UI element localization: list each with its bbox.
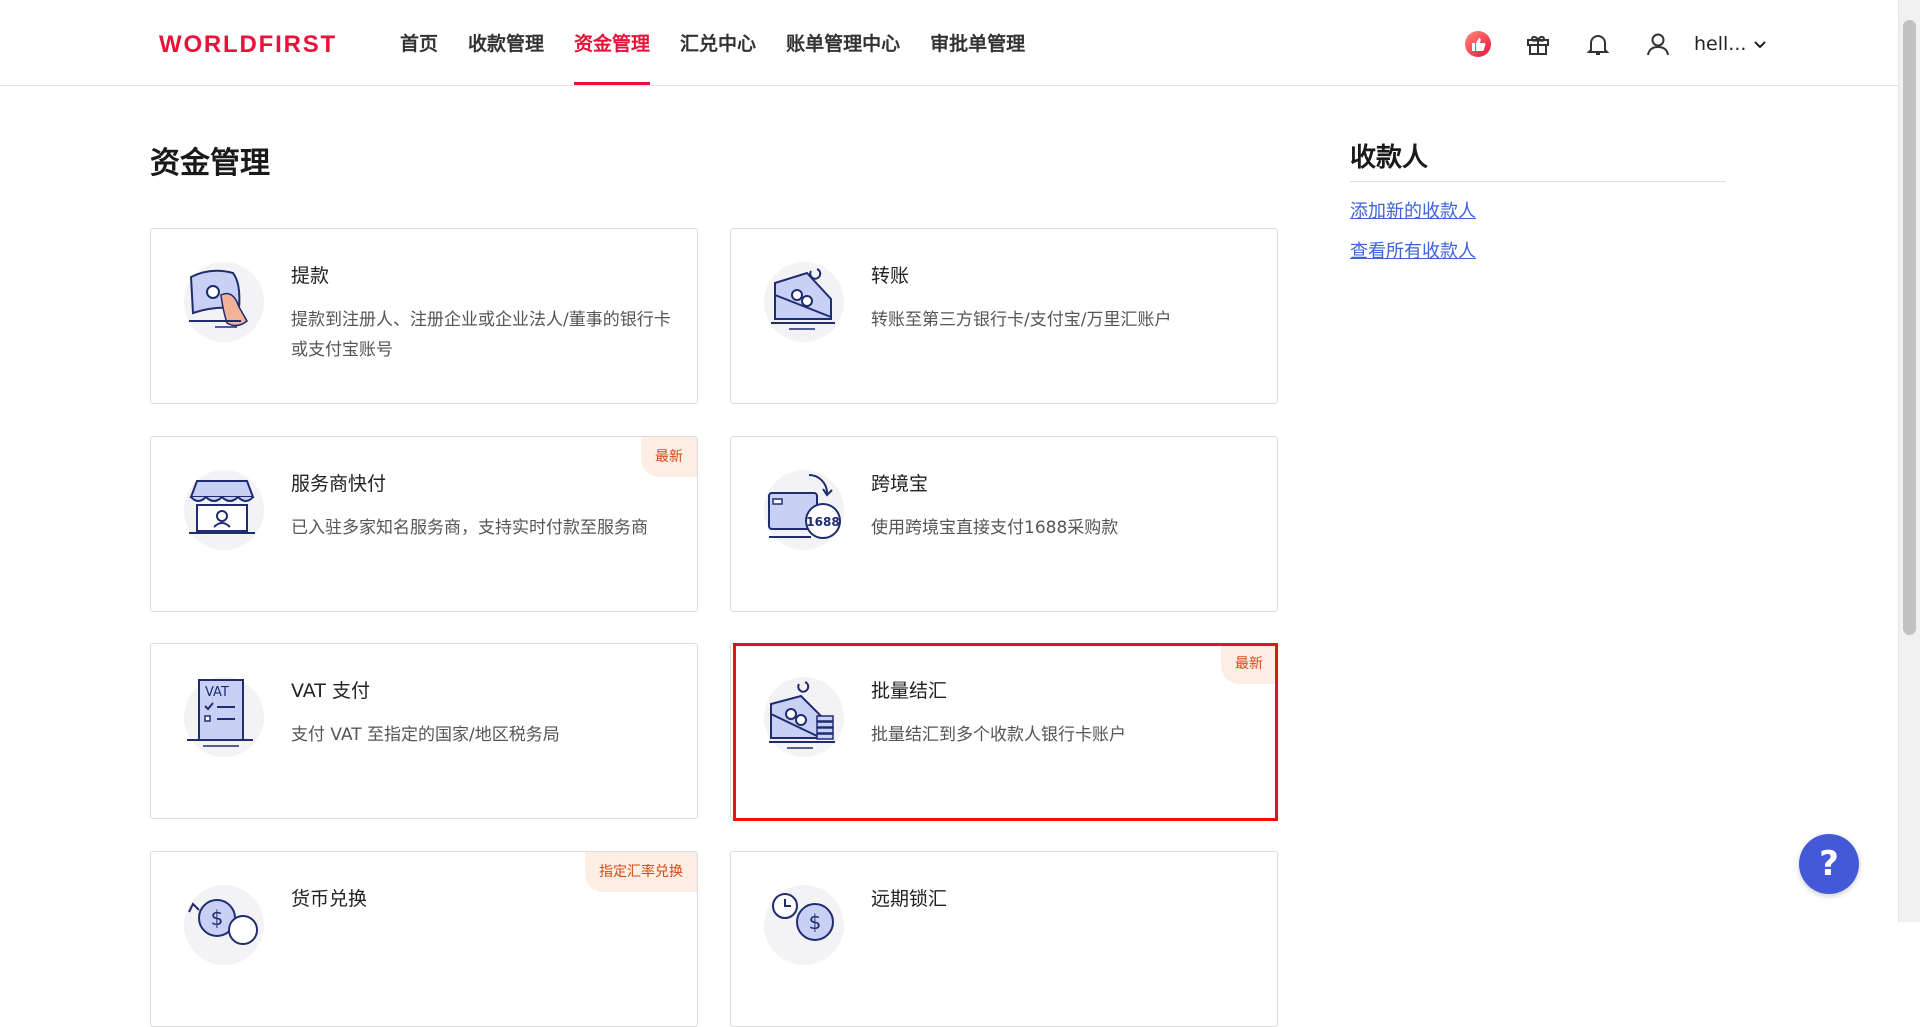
dollar-glyph: $ [211, 906, 224, 930]
card-title: 批量结汇 [871, 680, 948, 702]
page-title: 资金管理 [150, 146, 270, 181]
card-currency-exchange[interactable]: $ 货币兑换 指定汇率兑换 [150, 851, 698, 1027]
card-title: 货币兑换 [291, 888, 368, 910]
thumbs-up-icon[interactable] [1460, 26, 1496, 62]
chevron-down-icon [1754, 41, 1767, 49]
divider [1350, 181, 1726, 182]
bell-icon[interactable] [1580, 26, 1616, 62]
card-description: 转账至第三方银行卡/支付宝/万里汇账户 [871, 310, 1172, 330]
card-title: 转账 [871, 265, 910, 287]
gift-icon[interactable] [1520, 26, 1556, 62]
card-title: 提款 [291, 265, 330, 287]
nav-item-funds[interactable]: 资金管理 [574, 0, 651, 85]
card-description: 批量结汇到多个收款人银行卡账户 [871, 725, 1126, 745]
card-withdraw[interactable]: 提款 提款到注册人、注册企业或企业法人/董事的银行卡或支付宝账号 [150, 228, 698, 404]
card-forward-lock[interactable]: $ 远期锁汇 [730, 851, 1278, 1027]
card-title: 服务商快付 [291, 473, 387, 495]
card-description: 已入驻多家知名服务商，支持实时付款至服务商 [291, 518, 648, 538]
new-badge: 最新 [1221, 644, 1277, 684]
nav-item-home[interactable]: 首页 [400, 0, 438, 85]
batch-exchange-icon [761, 674, 847, 760]
worldfirst-logo[interactable]: WORLDFIRST [159, 31, 337, 59]
card-description: 提款到注册人、注册企业或企业法人/董事的银行卡或支付宝账号 [291, 310, 671, 360]
card-service-pay[interactable]: 服务商快付 已入驻多家知名服务商，支持实时付款至服务商 最新 [150, 436, 698, 612]
vat-document-icon: VAT [181, 674, 267, 760]
add-payee-link[interactable]: 添加新的收款人 [1350, 197, 1476, 223]
user-name: hell... [1694, 33, 1747, 55]
dollar-glyph: $ [809, 910, 822, 934]
scrollbar-thumb[interactable] [1903, 20, 1916, 635]
header-actions: hell... [1460, 26, 1768, 62]
view-all-payees-link[interactable]: 查看所有收款人 [1350, 237, 1476, 263]
fixed-rate-badge: 指定汇率兑换 [585, 852, 697, 892]
card-title: VAT 支付 [291, 680, 370, 702]
card-title: 跨境宝 [871, 473, 929, 495]
transfer-icon [761, 259, 847, 345]
card-vat-pay[interactable]: VAT VAT 支付 支付 VAT 至指定的国家/地区税务局 [150, 643, 698, 819]
card-description: 使用跨境宝直接支付1688采购款 [871, 518, 1119, 538]
new-badge: 最新 [641, 437, 697, 477]
main-nav: 首页 收款管理 资金管理 汇兑中心 账单管理中心 审批单管理 [400, 0, 1055, 85]
currency-exchange-icon: $ [181, 882, 267, 968]
card-transfer[interactable]: 转账 转账至第三方银行卡/支付宝/万里汇账户 [730, 228, 1278, 404]
withdraw-icon [181, 259, 267, 345]
scrollbar[interactable] [1898, 0, 1920, 922]
nav-item-receipts[interactable]: 收款管理 [468, 0, 544, 85]
nav-item-exchange[interactable]: 汇兑中心 [680, 0, 756, 85]
card-kuajingbao[interactable]: 1688 跨境宝 使用跨境宝直接支付1688采购款 [730, 436, 1278, 612]
forward-lock-icon: $ [761, 882, 847, 968]
wallet-1688-icon: 1688 [761, 467, 847, 553]
user-menu[interactable]: hell... [1694, 33, 1768, 55]
nav-item-bills[interactable]: 账单管理中心 [786, 0, 900, 85]
storefront-icon [181, 467, 267, 553]
card-description: 支付 VAT 至指定的国家/地区税务局 [291, 725, 560, 745]
icon-1688-label: 1688 [806, 515, 839, 529]
icon-vat-label: VAT [205, 685, 229, 700]
top-header: WORLDFIRST 首页 收款管理 资金管理 汇兑中心 账单管理中心 审批单管… [0, 0, 1898, 86]
help-button[interactable]: ? [1799, 834, 1859, 894]
card-batch-exchange[interactable]: 批量结汇 批量结汇到多个收款人银行卡账户 最新 [730, 643, 1278, 819]
payees-heading: 收款人 [1350, 143, 1429, 173]
card-title: 远期锁汇 [871, 888, 948, 910]
nav-item-approvals[interactable]: 审批单管理 [930, 0, 1025, 85]
user-icon[interactable] [1640, 26, 1676, 62]
